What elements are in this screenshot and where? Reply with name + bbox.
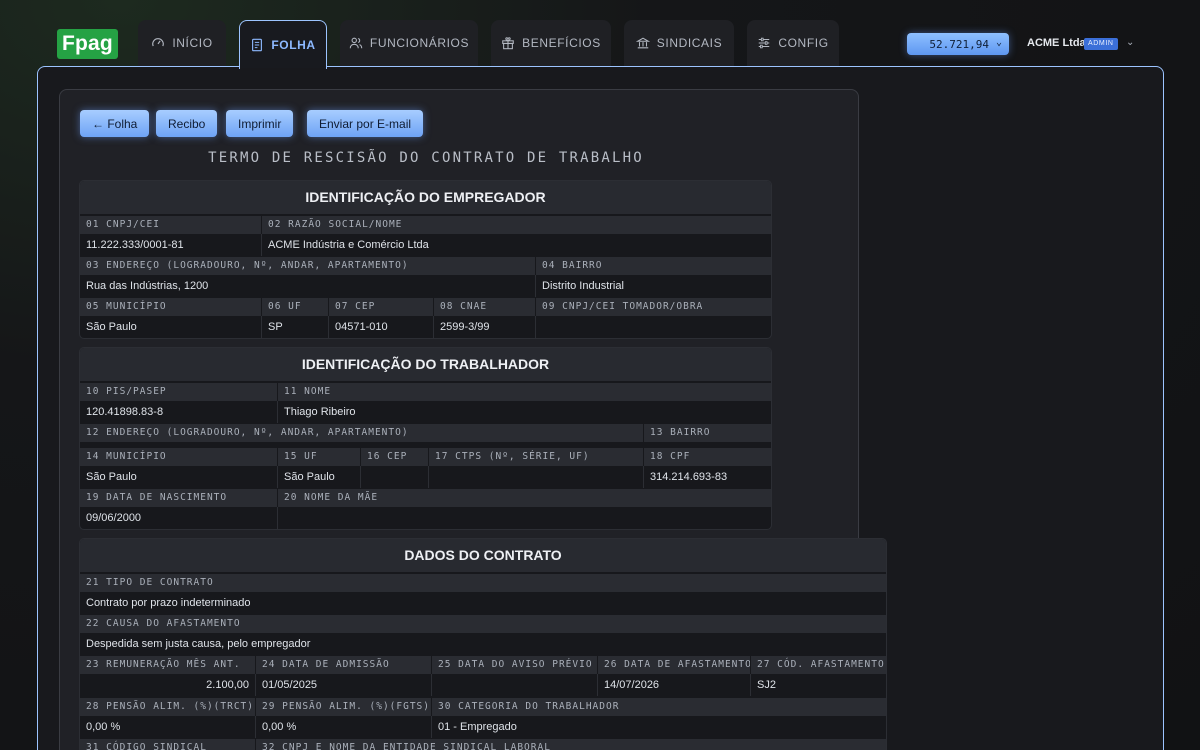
contract-section: DADOS DO CONTRATO 21 TIPO DE CONTRATO Co… — [79, 538, 887, 750]
city-value: São Paulo — [80, 316, 262, 338]
tab-label: INÍCIO — [172, 36, 213, 50]
field-label: 28 PENSÃO ALIM. (%)(TRCT) — [80, 698, 255, 716]
contract-type-value: Contrato por prazo indeterminado — [80, 592, 886, 614]
back-to-folha-button[interactable]: ← Folha — [80, 110, 150, 137]
alimony-trct-value: 0,00 % — [80, 716, 256, 738]
tab-label: CONFIG — [778, 36, 829, 50]
field-label: 21 TIPO DE CONTRATO — [80, 574, 886, 592]
field-label: 20 NOME DA MÃE — [278, 489, 771, 507]
field-label: 23 REMUNERAÇÃO MÊS ANT. — [80, 656, 255, 674]
birth-date-value: 09/06/2000 — [80, 507, 278, 529]
users-icon — [349, 37, 363, 49]
tab-label: FUNCIONÁRIOS — [369, 36, 470, 50]
section-title: IDENTIFICAÇÃO DO EMPREGADOR — [80, 181, 771, 214]
tab-config[interactable]: CONFIG — [747, 20, 839, 66]
field-label: 18 CPF — [644, 448, 771, 466]
contractor-value — [536, 316, 771, 338]
section-title: IDENTIFICAÇÃO DO TRABALHADOR — [80, 348, 771, 381]
tab-label: BENEFÍCIOS — [522, 36, 601, 50]
field-label: 13 BAIRRO — [644, 424, 771, 442]
tab-sindicais[interactable]: SINDICAIS — [624, 20, 734, 66]
tab-label: FOLHA — [271, 38, 316, 52]
balance-dropdown[interactable]: 52.721,94 ⌄ — [907, 33, 1009, 55]
field-label: 19 DATA DE NASCIMENTO — [80, 489, 277, 507]
worker-zip-value — [361, 466, 429, 488]
tab-folha[interactable]: FOLHA — [239, 20, 327, 72]
address-value: Rua das Indústrias, 1200 — [80, 275, 536, 297]
field-label: 14 MUNICÍPIO — [80, 448, 277, 466]
worker-category-value: 01 - Empregado — [432, 716, 886, 738]
chevron-down-icon[interactable]: ⌄ — [1126, 37, 1134, 48]
previous-salary-value: 2.100,00 — [80, 674, 256, 696]
admission-date-value: 01/05/2025 — [256, 674, 432, 696]
ctps-value — [429, 466, 644, 488]
notice-date-value — [432, 674, 598, 696]
chevron-down-icon: ⌄ — [995, 37, 1002, 48]
pis-value: 120.41898.83-8 — [80, 401, 278, 423]
field-label: 03 ENDEREÇO (LOGRADOURO, Nº, ANDAR, APAR… — [80, 257, 535, 275]
field-label: 32 CNPJ E NOME DA ENTIDADE SINDICAL LABO… — [256, 739, 886, 750]
field-label: 16 CEP — [361, 448, 428, 466]
tab-beneficios[interactable]: BENEFÍCIOS — [491, 20, 611, 66]
cnpj-value: 11.222.333/0001-81 — [80, 234, 262, 256]
document-title: TERMO DE RESCISÃO DO CONTRATO DE TRABALH… — [208, 150, 644, 166]
mother-name-value — [278, 507, 771, 529]
field-label: 26 DATA DE AFASTAMENTO — [598, 656, 750, 674]
termination-cause-value: Despedida sem justa causa, pelo empregad… — [80, 633, 886, 655]
gift-icon — [502, 37, 514, 50]
sliders-icon — [759, 37, 770, 49]
field-label: 27 CÓD. AFASTAMENTO — [751, 656, 886, 674]
zip-value: 04571-010 — [329, 316, 434, 338]
worker-section: IDENTIFICAÇÃO DO TRABALHADOR 10 PIS/PASE… — [79, 347, 772, 530]
district-value: Distrito Industrial — [536, 275, 771, 297]
tab-inicio[interactable]: INÍCIO — [138, 20, 226, 66]
top-navigation: Fpag INÍCIO FOLHA FUNCIONÁRIOS BENEFÍCIO… — [0, 0, 1200, 72]
gauge-icon — [152, 38, 165, 47]
tab-funcionarios[interactable]: FUNCIONÁRIOS — [340, 20, 478, 66]
field-label: 04 BAIRRO — [536, 257, 771, 275]
field-label: 07 CEP — [329, 298, 433, 316]
document-icon — [252, 38, 263, 52]
worker-state-value: São Paulo — [278, 466, 361, 488]
field-label: 29 PENSÃO ALIM. (%)(FGTS) — [256, 698, 431, 716]
field-label: 10 PIS/PASEP — [80, 383, 277, 401]
tab-label: SINDICAIS — [656, 36, 723, 50]
send-email-button[interactable]: Enviar por E-mail — [307, 110, 424, 137]
field-label: 02 RAZÃO SOCIAL/NOME — [262, 216, 771, 234]
field-label: 24 DATA DE ADMISSÃO — [256, 656, 431, 674]
field-label: 12 ENDEREÇO (LOGRADOURO, Nº, ANDAR, APAR… — [80, 424, 643, 442]
employer-section: IDENTIFICAÇÃO DO EMPREGADOR 01 CNPJ/CEI … — [79, 180, 772, 339]
field-label: 15 UF — [278, 448, 360, 466]
worker-city-value: São Paulo — [80, 466, 278, 488]
field-label: 11 NOME — [278, 383, 771, 401]
field-label: 05 MUNICÍPIO — [80, 298, 261, 316]
field-label: 30 CATEGORIA DO TRABALHADOR — [432, 698, 886, 716]
field-label: 31 CÓDIGO SINDICAL — [80, 739, 255, 750]
company-name-value: ACME Indústria e Comércio Ltda — [262, 234, 771, 256]
field-label: 17 CTPS (Nº, SÉRIE, UF) — [429, 448, 643, 466]
cpf-value: 314.214.693-83 — [644, 466, 771, 488]
state-value: SP — [262, 316, 329, 338]
balance-value: 52.721,94 — [929, 37, 989, 51]
field-label: 09 CNPJ/CEI TOMADOR/OBRA — [536, 298, 771, 316]
section-title: DADOS DO CONTRATO — [80, 539, 886, 572]
alimony-fgts-value: 0,00 % — [256, 716, 432, 738]
field-label: 08 CNAE — [434, 298, 535, 316]
leave-date-value: 14/07/2026 — [598, 674, 751, 696]
cnae-value: 2599-3/99 — [434, 316, 536, 338]
field-label: 01 CNPJ/CEI — [80, 216, 261, 234]
role-badge: ADMIN — [1084, 38, 1118, 50]
field-label: 25 DATA DO AVISO PRÉVIO — [432, 656, 597, 674]
leave-code-value: SJ2 — [751, 674, 886, 696]
worker-name-value: Thiago Ribeiro — [278, 401, 771, 423]
company-name[interactable]: ACME Ltda — [1027, 37, 1086, 49]
bank-icon — [635, 37, 650, 49]
print-button[interactable]: Imprimir — [226, 110, 294, 137]
app-logo[interactable]: Fpag — [57, 29, 118, 59]
receipt-button[interactable]: Recibo — [156, 110, 218, 137]
field-label: 22 CAUSA DO AFASTAMENTO — [80, 615, 886, 633]
field-label: 06 UF — [262, 298, 328, 316]
